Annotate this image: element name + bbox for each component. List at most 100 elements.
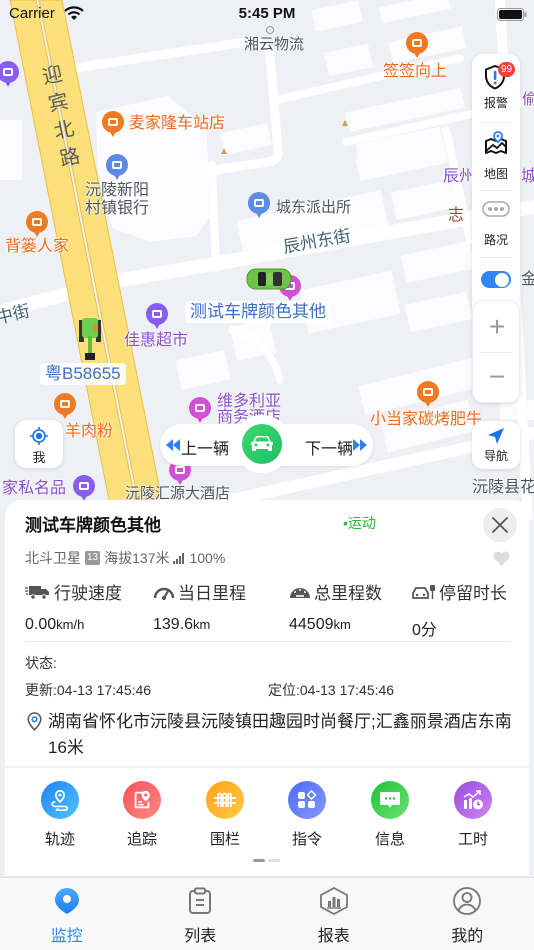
traffic-button[interactable]: 路况	[472, 191, 520, 257]
tab-mine[interactable]: 我的	[401, 878, 534, 950]
poi-label-maijialong[interactable]: 麦家隆车站店	[129, 115, 225, 133]
layer-toggle-switch[interactable]	[481, 271, 511, 288]
bank-pin-icon[interactable]	[106, 154, 128, 180]
tab-monitor[interactable]: 监控	[0, 878, 134, 950]
divider	[5, 766, 529, 768]
prev-vehicle-button[interactable]: 上一辆	[163, 428, 235, 462]
page-indicator-inactive[interactable]	[268, 859, 280, 862]
truck-icon	[25, 585, 49, 600]
action-trace[interactable]: 追踪	[101, 781, 183, 849]
close-icon	[492, 517, 508, 533]
poi-label-partial-huayuan[interactable]: 沅陵县花	[472, 479, 534, 497]
current-vehicle-button[interactable]	[242, 424, 282, 464]
poi-label-bank-line2[interactable]: 村镇银行	[85, 200, 149, 218]
traffic-label: 路况	[483, 233, 508, 247]
action-command-label: 指令	[291, 831, 322, 848]
divider	[25, 641, 510, 642]
stat-stay-duration-label: 停留时长	[439, 584, 507, 603]
stat-stay-duration-value: 0	[412, 622, 421, 639]
stat-daily-mileage-value: 139.6	[153, 616, 194, 633]
navigation-arrow-icon	[488, 428, 504, 444]
double-chevron-left-icon	[166, 439, 180, 451]
shop-pin-icon[interactable]	[73, 475, 95, 501]
stat-daily-mileage-label: 当日里程	[178, 584, 246, 603]
car-front-icon	[251, 436, 273, 451]
poi-label-bank-line1[interactable]: 沅陵新阳	[85, 182, 149, 200]
poi-label-xiangyun[interactable]: 湘云物流	[244, 36, 304, 54]
tab-bar: 监控 列表 报表 我的	[0, 877, 534, 950]
trace-icon	[123, 781, 161, 819]
tab-list[interactable]: 列表	[134, 878, 268, 950]
stat-speed-value: 0.00	[25, 616, 57, 633]
tab-reports[interactable]: 报表	[267, 878, 401, 950]
vehicle-label-yue-b58655[interactable]: 粤B58655	[40, 363, 126, 385]
fence-icon	[206, 781, 244, 819]
command-icon	[288, 781, 326, 819]
poi-label-partial-tou[interactable]: 偷	[522, 91, 534, 109]
stat-total-mileage: 总里程数 44509km	[289, 579, 382, 634]
signal-strength-icon	[173, 552, 185, 564]
restaurant-pin-icon[interactable]	[102, 111, 124, 137]
action-trace-label: 追踪	[126, 831, 157, 848]
status-label: 状态:	[25, 655, 57, 671]
action-track[interactable]: 轨迹	[19, 781, 101, 849]
vehicle-label-test-plate[interactable]: 测试车牌颜色其他	[185, 301, 331, 323]
prev-vehicle-label: 上一辆	[181, 441, 230, 458]
action-command[interactable]: 指令	[266, 781, 348, 849]
map-type-label: 地图	[483, 167, 508, 181]
food-pin-icon[interactable]	[54, 393, 76, 419]
favorite-heart-icon[interactable]	[493, 551, 510, 566]
map-layer-icon	[485, 131, 507, 154]
navigate-button[interactable]: 导航	[472, 421, 520, 469]
monitor-pin-icon	[54, 888, 79, 914]
tab-list-label: 列表	[184, 928, 217, 945]
poi-label-partial-cheng[interactable]: 城	[521, 168, 534, 186]
poi-label-yangroufen[interactable]: 羊肉粉	[65, 423, 113, 441]
locate-crosshair-icon	[30, 427, 48, 445]
poi-label-qianqian[interactable]: 签签向上	[383, 63, 447, 81]
poi-label-beilou[interactable]: 背篓人家	[5, 238, 69, 256]
poi-label-police[interactable]: 城东派出所	[276, 199, 351, 217]
police-pin-icon[interactable]	[248, 192, 270, 218]
food-pin-icon[interactable]	[26, 211, 48, 237]
clipboard-list-icon	[189, 887, 212, 914]
next-vehicle-label: 下一辆	[305, 441, 354, 458]
satellite-label: 北斗卫星	[25, 550, 81, 566]
food-pin-icon[interactable]	[406, 32, 428, 58]
status-time: 5:45 PM	[238, 5, 296, 22]
zoom-in-button[interactable]: +	[473, 307, 521, 347]
next-vehicle-button[interactable]: 下一辆	[300, 428, 372, 462]
action-work-hours[interactable]: 工时	[432, 781, 514, 849]
stat-total-mileage-value: 44509	[289, 616, 334, 633]
shop-pin-icon[interactable]	[146, 303, 168, 329]
zoom-out-button[interactable]: −	[473, 357, 521, 397]
alarm-count-badge: 99	[498, 62, 515, 77]
vehicle-car-icon[interactable]	[246, 267, 292, 291]
stat-total-mileage-label: 总里程数	[314, 584, 382, 603]
poi-label-xiaodangjia[interactable]: 小当家碳烤肥牛	[370, 411, 482, 429]
divider	[480, 352, 512, 353]
poi-label-partial-jin[interactable]: 金	[521, 271, 534, 289]
poi-label-partial-chenzhou[interactable]: 辰州	[443, 168, 475, 186]
poi-label-jiahui[interactable]: 佳惠超市	[124, 332, 188, 350]
poi-label-partial-zhi[interactable]: 志	[448, 207, 464, 225]
locate-me-button[interactable]: 我	[15, 420, 63, 468]
food-pin-icon[interactable]	[417, 381, 439, 407]
vehicle-excavator-icon[interactable]	[78, 318, 102, 362]
alarm-button[interactable]: 99 报警	[472, 54, 520, 122]
alarm-label: 报警	[483, 96, 508, 110]
action-message[interactable]: 信息	[349, 781, 431, 849]
altitude-value: 海拔137米	[104, 550, 170, 566]
hotel-pin-icon[interactable]	[189, 397, 211, 423]
action-message-label: 信息	[374, 831, 405, 848]
location-pin-icon	[27, 712, 42, 731]
speedometer-icon	[153, 587, 175, 600]
poi-label-jiasi[interactable]: 家私名品	[2, 480, 66, 498]
poi-marker-dot[interactable]	[266, 26, 274, 34]
map-controls-panel: 99 报警 地图 路况 + −	[472, 54, 520, 403]
tab-monitor-label: 监控	[50, 928, 83, 945]
page-indicator-active[interactable]	[253, 859, 265, 862]
map-type-button[interactable]: 地图	[472, 123, 520, 190]
close-panel-button[interactable]	[483, 508, 517, 542]
action-fence[interactable]: 围栏	[184, 781, 266, 849]
